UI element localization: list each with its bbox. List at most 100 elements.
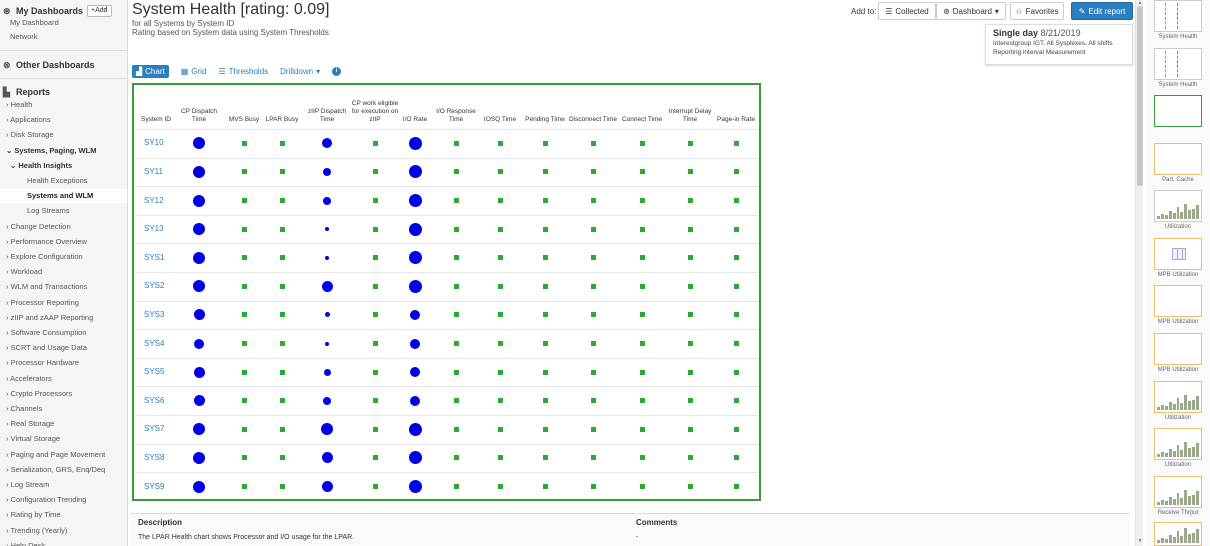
ok-marker[interactable] bbox=[687, 484, 693, 489]
ok-marker[interactable] bbox=[639, 426, 645, 432]
sidebar-item[interactable]: ⌄ Systems, Paging, WLM bbox=[0, 144, 127, 158]
rating-dot[interactable] bbox=[193, 137, 205, 150]
ok-marker[interactable] bbox=[590, 140, 596, 146]
ok-marker[interactable] bbox=[279, 341, 285, 346]
rating-dot[interactable] bbox=[322, 138, 332, 149]
scroll-down-icon[interactable]: ▼ bbox=[1136, 538, 1144, 544]
rating-dot[interactable] bbox=[323, 396, 331, 405]
rating-dot[interactable] bbox=[410, 395, 420, 406]
rating-dot[interactable] bbox=[193, 194, 205, 207]
ok-marker[interactable] bbox=[733, 140, 739, 146]
ok-marker[interactable] bbox=[542, 312, 548, 318]
ok-marker[interactable] bbox=[639, 484, 645, 489]
report-thumbnail[interactable] bbox=[1154, 190, 1202, 222]
sidebar-item[interactable]: › Paging and Page Movement bbox=[0, 448, 127, 462]
ok-marker[interactable] bbox=[542, 484, 548, 489]
ok-marker[interactable] bbox=[639, 283, 645, 289]
rating-dot[interactable] bbox=[324, 312, 330, 318]
sidebar-item[interactable]: › Serialization, GRS, Enq/Deq bbox=[0, 463, 127, 477]
ok-marker[interactable] bbox=[241, 341, 247, 346]
sidebar-item[interactable]: › Real Storage bbox=[0, 417, 127, 431]
system-id-link[interactable]: SYS5 bbox=[144, 367, 164, 376]
rating-dot[interactable] bbox=[193, 280, 205, 293]
ok-marker[interactable] bbox=[687, 312, 693, 318]
ok-marker[interactable] bbox=[590, 255, 596, 261]
ok-marker[interactable] bbox=[279, 426, 285, 432]
ok-marker[interactable] bbox=[590, 169, 596, 175]
report-thumbnail[interactable] bbox=[1154, 95, 1202, 127]
ok-marker[interactable] bbox=[542, 283, 548, 289]
rating-dot[interactable] bbox=[193, 395, 205, 407]
ok-marker[interactable] bbox=[542, 455, 548, 461]
ok-marker[interactable] bbox=[733, 312, 739, 318]
ok-marker[interactable] bbox=[453, 484, 459, 489]
rating-dot[interactable] bbox=[193, 309, 205, 321]
ok-marker[interactable] bbox=[241, 398, 247, 404]
rating-dot[interactable] bbox=[410, 367, 420, 378]
sidebar-item[interactable]: › Health bbox=[0, 98, 127, 112]
rating-dot[interactable] bbox=[325, 227, 329, 232]
report-thumbnail[interactable] bbox=[1154, 333, 1202, 365]
rating-dot[interactable] bbox=[321, 280, 333, 292]
ok-marker[interactable] bbox=[497, 169, 503, 175]
rating-dot[interactable] bbox=[323, 167, 331, 176]
sidebar-item[interactable]: › Explore Configuration bbox=[0, 250, 127, 264]
ok-marker[interactable] bbox=[590, 398, 596, 404]
sidebar-item[interactable]: › Applications bbox=[0, 113, 127, 127]
ok-marker[interactable] bbox=[590, 484, 596, 489]
ok-marker[interactable] bbox=[372, 426, 378, 432]
ok-marker[interactable] bbox=[453, 169, 459, 175]
ok-marker[interactable] bbox=[733, 484, 739, 489]
ok-marker[interactable] bbox=[687, 341, 693, 346]
ok-marker[interactable] bbox=[241, 426, 247, 432]
system-id-link[interactable]: SYS1 bbox=[144, 253, 164, 262]
rating-dot[interactable] bbox=[408, 480, 422, 493]
sidebar-item[interactable]: › Rating by Time bbox=[0, 508, 127, 522]
ok-marker[interactable] bbox=[497, 140, 503, 146]
ok-marker[interactable] bbox=[733, 426, 739, 432]
system-id-link[interactable]: SYS4 bbox=[144, 339, 164, 348]
ok-marker[interactable] bbox=[279, 198, 285, 203]
ok-marker[interactable] bbox=[590, 312, 596, 318]
ok-marker[interactable] bbox=[372, 169, 378, 175]
ok-marker[interactable] bbox=[372, 198, 378, 203]
ok-marker[interactable] bbox=[733, 369, 739, 375]
system-id-link[interactable]: SY12 bbox=[144, 196, 164, 205]
ok-marker[interactable] bbox=[241, 226, 247, 232]
ok-marker[interactable] bbox=[453, 140, 459, 146]
sidebar-item[interactable]: › Processor Hardware bbox=[0, 356, 127, 370]
ok-marker[interactable] bbox=[542, 226, 548, 232]
rating-dot[interactable] bbox=[193, 165, 205, 178]
tab-grid[interactable]: ▦ Grid bbox=[181, 67, 207, 76]
rating-dot[interactable] bbox=[408, 165, 422, 179]
ok-marker[interactable] bbox=[687, 283, 693, 289]
ok-marker[interactable] bbox=[241, 312, 247, 318]
rating-dot[interactable] bbox=[321, 452, 333, 464]
ok-marker[interactable] bbox=[241, 169, 247, 175]
ok-marker[interactable] bbox=[241, 283, 247, 289]
ok-marker[interactable] bbox=[372, 226, 378, 232]
ok-marker[interactable] bbox=[372, 140, 378, 146]
system-id-link[interactable]: SY10 bbox=[144, 138, 164, 147]
ok-marker[interactable] bbox=[241, 255, 247, 261]
system-id-link[interactable]: SYS7 bbox=[144, 424, 164, 433]
system-id-link[interactable]: SY11 bbox=[144, 167, 163, 176]
rating-dot[interactable] bbox=[410, 309, 420, 320]
sidebar-item[interactable]: › Processor Reporting bbox=[0, 296, 127, 310]
ok-marker[interactable] bbox=[687, 169, 693, 175]
sidebar-item[interactable]: ⌄ Health Insights bbox=[0, 159, 127, 173]
system-id-link[interactable]: SYS2 bbox=[144, 281, 164, 290]
ok-marker[interactable] bbox=[372, 369, 378, 375]
ok-marker[interactable] bbox=[372, 255, 378, 261]
ok-marker[interactable] bbox=[733, 169, 739, 175]
favorites-button[interactable]: ☆ Favorites bbox=[1010, 2, 1064, 20]
ok-marker[interactable] bbox=[590, 426, 596, 432]
ok-marker[interactable] bbox=[372, 484, 378, 489]
sidebar-item[interactable]: › Help Desk bbox=[0, 539, 127, 546]
tab-chart[interactable]: ▟ Chart bbox=[132, 65, 169, 78]
ok-marker[interactable] bbox=[497, 369, 503, 375]
report-thumbnail[interactable] bbox=[1154, 48, 1202, 80]
chevron-down-icon[interactable]: ⌄ bbox=[85, 61, 92, 70]
ok-marker[interactable] bbox=[639, 226, 645, 232]
report-thumbnail[interactable] bbox=[1154, 285, 1202, 317]
